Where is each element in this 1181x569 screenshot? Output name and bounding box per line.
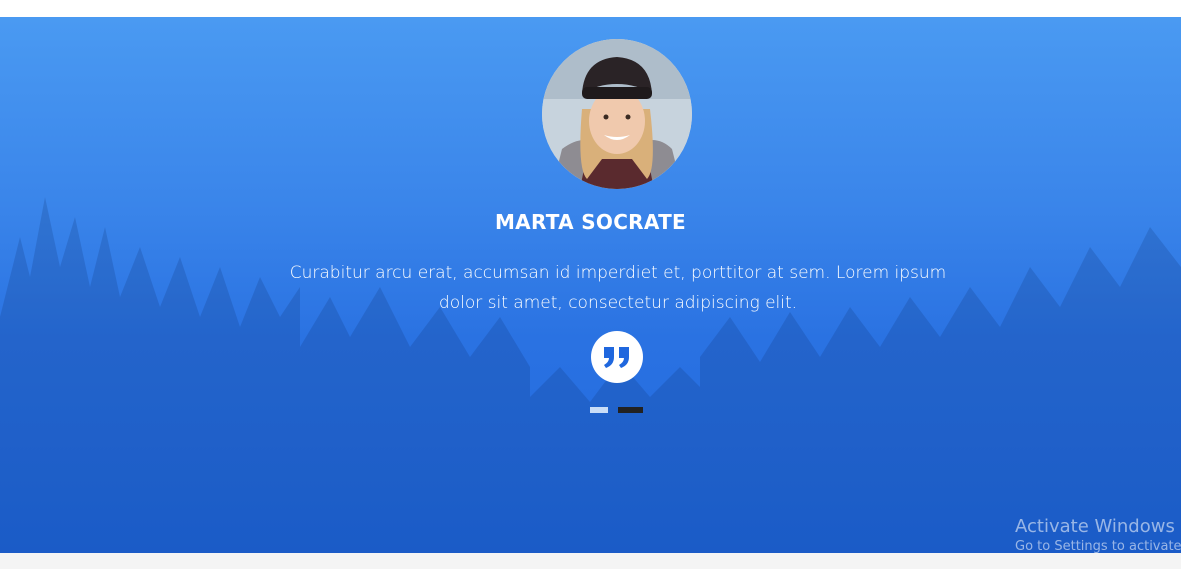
quote-icon — [591, 331, 643, 383]
page: MARTA SOCRATE Curabitur arcu erat, accum… — [0, 0, 1181, 569]
carousel-dots — [590, 407, 643, 414]
watermark-subtitle: Go to Settings to activate — [1015, 539, 1181, 553]
testimonial-name: MARTA SOCRATE — [494, 210, 687, 234]
watermark-title: Activate Windows — [1015, 516, 1175, 537]
person-photo-icon — [542, 39, 692, 189]
testimonial-text: Curabitur arcu erat, accumsan id imperdi… — [289, 263, 947, 313]
avatar — [542, 39, 692, 189]
quote-mark-icon — [604, 347, 629, 368]
activate-windows-watermark: Activate Windows Go to Settings to activ… — [1015, 516, 1181, 553]
carousel-dot-2-active[interactable] — [618, 407, 643, 413]
bottom-strip — [0, 553, 1181, 569]
top-strip — [0, 0, 1181, 17]
carousel-dot-1[interactable] — [590, 407, 608, 413]
testimonial-section: MARTA SOCRATE Curabitur arcu erat, accum… — [0, 17, 1181, 553]
